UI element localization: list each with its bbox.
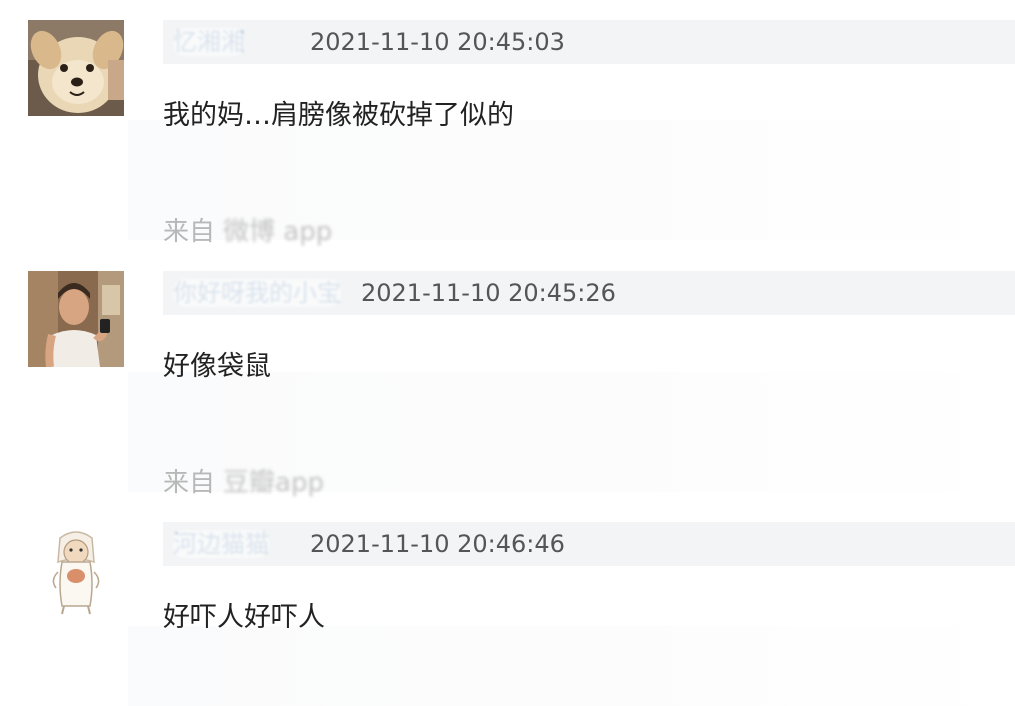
comment-header: 忆湘湘 2021-11-10 20:45:03: [163, 20, 1015, 64]
comment-header: 河边猫猫 2021-11-10 20:46:46: [163, 522, 1015, 566]
username-link[interactable]: 你好呀我的小宝: [173, 271, 341, 315]
source-app-link[interactable]: 微博 app: [223, 215, 332, 249]
comment-item: 你好呀我的小宝 2021-11-10 20:45:26 好像袋鼠 来自 豆瓣app: [0, 271, 1015, 501]
puppy-avatar-icon[interactable]: [28, 20, 124, 116]
comment-item: 河边猫猫 2021-11-10 20:46:46 好吓人好吓人: [0, 522, 1015, 706]
comment-text: 好像袋鼠: [163, 351, 271, 382]
comment-text: 我的妈…肩膀像被砍掉了似的: [163, 100, 514, 131]
comment-text: 好吓人好吓人: [163, 602, 325, 633]
comment-source: 来自 豆瓣app: [163, 466, 324, 500]
source-app-link[interactable]: 豆瓣app: [223, 466, 324, 500]
comment-header: 你好呀我的小宝 2021-11-10 20:45:26: [163, 271, 1015, 315]
username-link[interactable]: 忆湘湘: [173, 20, 245, 64]
timestamp: 2021-11-10 20:45:03: [310, 28, 565, 56]
username-link[interactable]: 河边猫猫: [173, 522, 269, 566]
comment-item: 忆湘湘 2021-11-10 20:45:03 我的妈…肩膀像被砍掉了似的 来自…: [0, 20, 1015, 250]
comment-source: 来自 微博 app: [163, 215, 332, 249]
timestamp: 2021-11-10 20:46:46: [310, 530, 565, 558]
selfie-avatar-icon[interactable]: [28, 271, 124, 367]
source-prefix: 来自: [163, 468, 216, 498]
timestamp: 2021-11-10 20:45:26: [361, 279, 616, 307]
source-prefix: 来自: [163, 217, 216, 247]
cartoon-figure-avatar-icon[interactable]: [28, 522, 124, 618]
